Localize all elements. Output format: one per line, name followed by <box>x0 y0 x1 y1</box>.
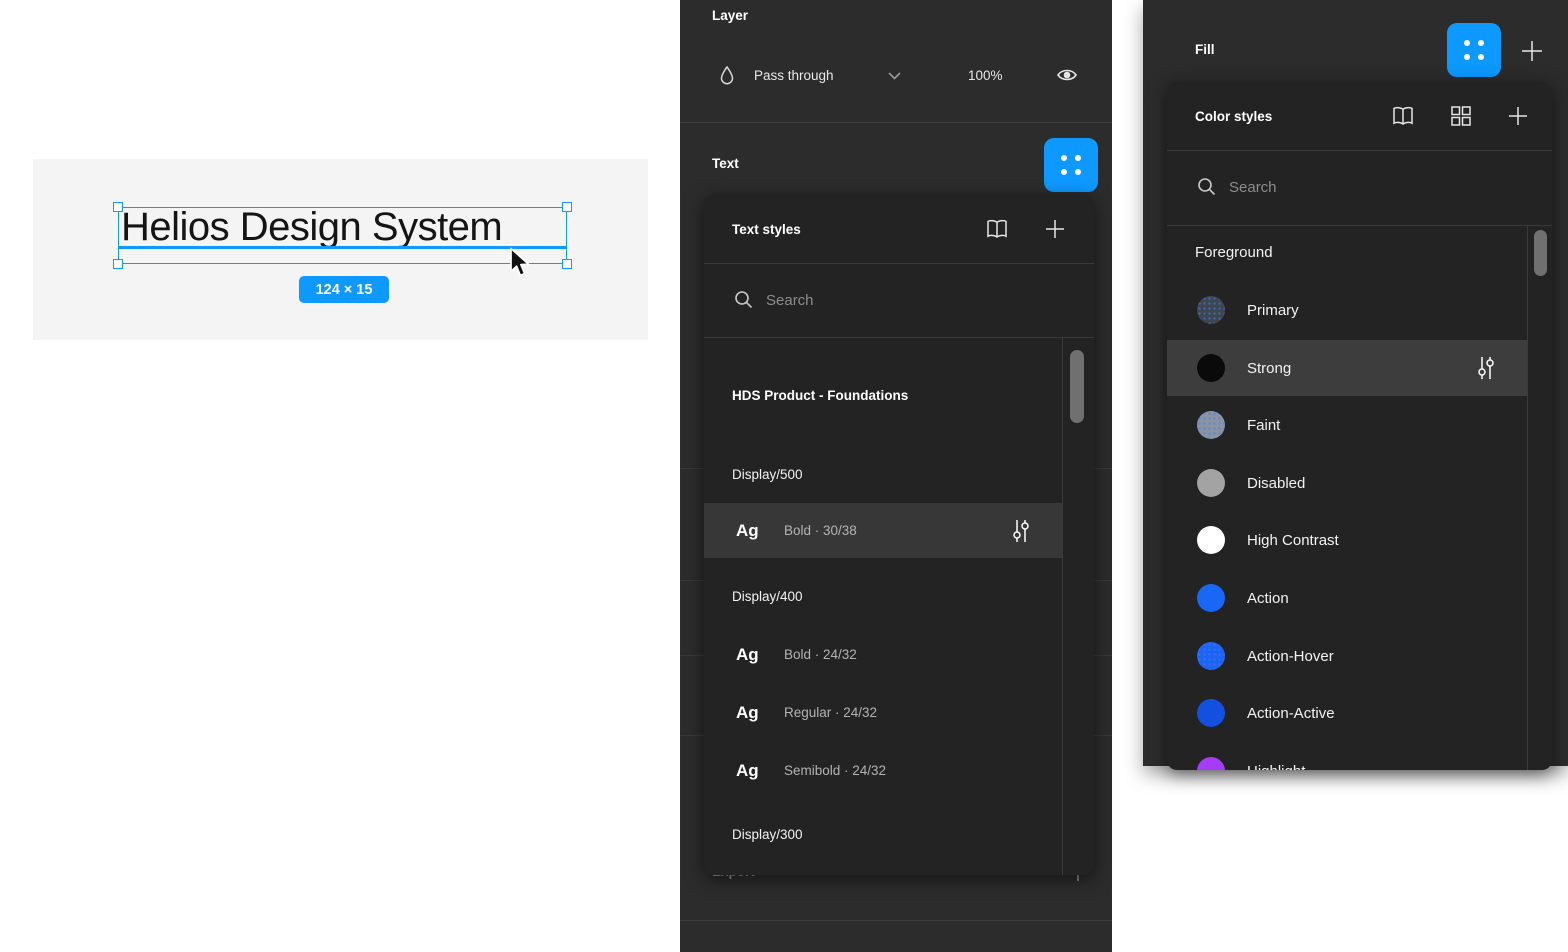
chevron-down-icon[interactable] <box>888 72 901 80</box>
edit-style-sliders-icon[interactable] <box>1475 356 1497 380</box>
style-group-label: Display/400 <box>732 589 803 604</box>
scrollbar-thumb[interactable] <box>1534 230 1547 276</box>
style-label: Semibold · 24/32 <box>784 743 886 798</box>
selection-handle-top-right[interactable] <box>562 202 572 212</box>
scrollbar-track <box>1527 225 1528 770</box>
text-style-row[interactable]: Ag Bold · 24/32 <box>704 627 1062 682</box>
text-style-row[interactable]: Ag Regular · 24/32 <box>704 685 1062 740</box>
selection-text-bound <box>118 246 567 249</box>
color-style-row[interactable]: Disabled <box>1167 455 1527 511</box>
color-style-row[interactable]: High Contrast <box>1167 512 1527 568</box>
color-style-row[interactable]: Action-Active <box>1167 685 1527 741</box>
color-styles-popover: Color styles <box>1167 82 1552 770</box>
text-styles-search[interactable]: Search <box>704 263 1094 337</box>
edit-style-sliders-icon[interactable] <box>1010 519 1032 543</box>
search-icon <box>734 290 754 310</box>
selection-handle-bottom-right[interactable] <box>562 259 572 269</box>
color-style-row[interactable]: Faint <box>1167 397 1527 453</box>
blend-mode-icon <box>717 65 737 87</box>
color-group-label: Foreground <box>1195 244 1273 261</box>
scrollbar-thumb[interactable] <box>1070 350 1084 423</box>
color-swatch <box>1197 699 1225 727</box>
style-label: Bold · 24/32 <box>784 627 857 682</box>
text-style-row-selected[interactable]: Ag Bold · 30/38 <box>704 503 1062 558</box>
search-placeholder: Search <box>1229 150 1277 224</box>
selection-handle-bottom-left[interactable] <box>113 259 123 269</box>
add-color-style-icon[interactable] <box>1505 103 1531 129</box>
color-swatch <box>1197 642 1225 670</box>
color-styles-search[interactable]: Search <box>1167 150 1552 224</box>
four-dots-icon <box>1061 155 1081 175</box>
library-book-icon[interactable] <box>1390 103 1416 129</box>
library-book-icon[interactable] <box>984 216 1010 242</box>
text-styles-header: Text styles <box>704 195 1094 263</box>
search-icon <box>1197 177 1217 197</box>
style-sample: Ag <box>736 627 759 682</box>
visibility-eye-icon[interactable] <box>1056 66 1078 84</box>
selection-box[interactable] <box>118 207 567 264</box>
layer-opacity-value[interactable]: 100% <box>968 68 1003 83</box>
color-style-row[interactable]: Primary <box>1167 282 1527 338</box>
fill-section-title: Fill <box>1195 42 1215 57</box>
style-group-label: Display/500 <box>732 467 803 482</box>
style-label: Bold · 30/38 <box>784 503 857 558</box>
text-section-title: Text <box>712 156 739 171</box>
figma-dark-ui: Helios Design System 124 × 15 Layer Pass… <box>0 0 1568 952</box>
text-style-picker-button[interactable] <box>1044 138 1098 192</box>
style-sample: Ag <box>736 503 759 558</box>
color-style-row[interactable]: Action <box>1167 570 1527 626</box>
color-style-row[interactable]: Highlight <box>1167 743 1527 770</box>
style-label: Regular · 24/32 <box>784 685 877 740</box>
color-swatch <box>1197 757 1225 770</box>
text-style-row[interactable]: Ag Semibold · 24/32 <box>704 743 1062 798</box>
color-styles-title: Color styles <box>1195 82 1272 150</box>
text-styles-popover: Text styles Search HDS Prod <box>704 195 1094 875</box>
color-style-row-selected[interactable]: Strong <box>1167 340 1527 396</box>
color-style-row[interactable]: Action-Hover <box>1167 628 1527 684</box>
add-fill-icon[interactable] <box>1520 39 1544 63</box>
style-group-label: Display/300 <box>732 827 803 842</box>
library-name: HDS Product - Foundations <box>732 388 908 403</box>
scrollbar-track <box>1062 338 1063 875</box>
color-swatch <box>1197 296 1225 324</box>
mouse-cursor-icon <box>508 247 536 279</box>
search-placeholder: Search <box>766 263 814 337</box>
color-styles-header: Color styles <box>1167 82 1552 150</box>
text-styles-title: Text styles <box>732 195 801 263</box>
style-sample: Ag <box>736 743 759 798</box>
dimension-badge: 124 × 15 <box>299 276 389 303</box>
grid-view-icon[interactable] <box>1448 103 1474 129</box>
layer-section-title: Layer <box>712 8 748 23</box>
add-text-style-icon[interactable] <box>1042 216 1068 242</box>
color-swatch <box>1197 354 1225 382</box>
color-style-picker-button[interactable] <box>1447 23 1501 77</box>
color-swatch <box>1197 526 1225 554</box>
color-swatch <box>1197 469 1225 497</box>
blend-mode-select[interactable]: Pass through <box>754 68 834 83</box>
color-swatch <box>1197 584 1225 612</box>
style-sample: Ag <box>736 685 759 740</box>
four-dots-icon <box>1464 40 1484 60</box>
selection-handle-top-left[interactable] <box>113 202 123 212</box>
color-swatch <box>1197 411 1225 439</box>
